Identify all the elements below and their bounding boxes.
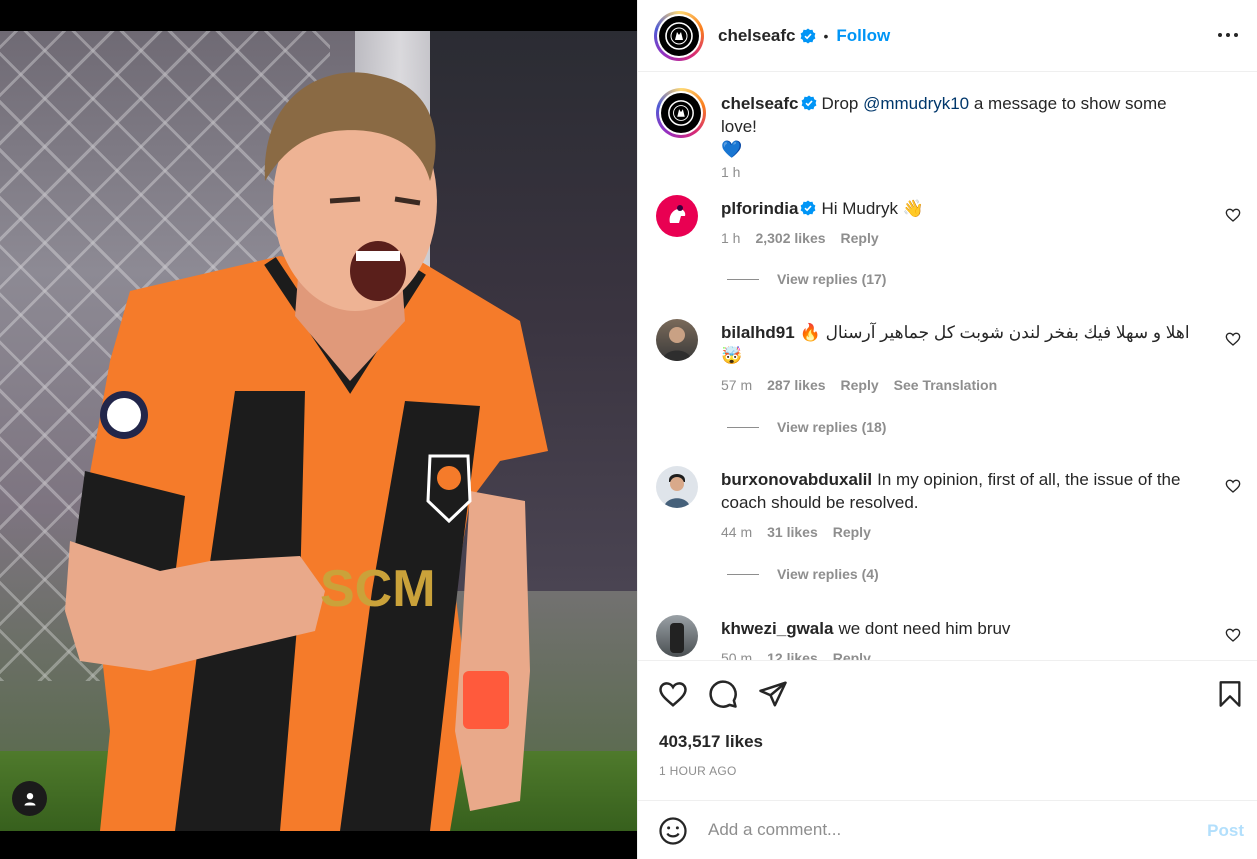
user-tag-icon	[24, 792, 35, 805]
tagged-users-button[interactable]	[12, 781, 47, 816]
comment-body: اهلا و سهلا فيك بفخر لندن شوبت كل جماهير…	[799, 323, 1190, 342]
post-actions: 403,517 likes 1 HOUR AGO	[638, 660, 1257, 800]
follow-button[interactable]: Follow	[836, 26, 890, 46]
reply-button[interactable]: Reply	[841, 377, 879, 393]
chelsea-crest-icon	[661, 93, 701, 133]
commenter-username[interactable]: plforindia	[721, 199, 798, 218]
person-photo-icon	[664, 474, 690, 508]
bookmark-icon[interactable]	[1216, 679, 1244, 709]
comment-meta: 44 m 31 likes Reply	[721, 524, 871, 540]
post-timestamp: 1 HOUR AGO	[659, 764, 737, 778]
separator-dot: •	[823, 27, 829, 44]
comment-likes[interactable]: 287 likes	[767, 377, 825, 393]
verified-badge-icon	[801, 95, 816, 111]
caption-meta: 1 h	[721, 164, 740, 180]
author-avatar[interactable]	[654, 10, 704, 61]
reply-button[interactable]: Reply	[833, 524, 871, 540]
see-translation-button[interactable]: See Translation	[894, 377, 997, 393]
comment-meta: 50 m 12 likes Reply	[721, 650, 871, 660]
heart-icon[interactable]	[1225, 207, 1241, 223]
player-celebrating-image: SCM	[65, 72, 548, 831]
comment-likes[interactable]: 31 likes	[767, 524, 818, 540]
view-replies-button[interactable]: View replies (17)	[727, 271, 886, 287]
replies-divider-line	[727, 426, 759, 428]
comment-meta: 1 h 2,302 likes Reply	[721, 230, 879, 246]
replies-divider-line	[727, 278, 759, 280]
caption-time: 1 h	[721, 164, 741, 180]
view-replies-label: View replies (18)	[777, 419, 887, 435]
commenter-avatar[interactable]	[656, 466, 698, 508]
post-header: chelseafc • Follow	[638, 0, 1257, 72]
verified-badge-icon	[801, 200, 816, 216]
comment-composer: Post	[638, 800, 1257, 859]
comment-body: Hi Mudryk 👋	[821, 199, 924, 218]
comment-time: 50 m	[721, 650, 753, 660]
comment-likes[interactable]: 2,302 likes	[755, 230, 825, 246]
comment-text: khwezi_gwala we dont need him bruv	[721, 617, 1201, 640]
comment-time: 57 m	[721, 377, 753, 393]
comment-body-line2: 🤯	[721, 346, 743, 365]
commenter-avatar[interactable]	[656, 615, 698, 657]
commenter-username[interactable]: khwezi_gwala	[721, 619, 833, 638]
person-photo-icon	[670, 623, 684, 653]
heart-icon[interactable]	[1225, 478, 1241, 494]
chelsea-crest-icon	[659, 15, 699, 56]
heart-icon[interactable]	[658, 679, 688, 709]
comments-list[interactable]: chelseafc Drop @mmudryk10 a message to sh…	[638, 72, 1257, 660]
caption-body-before: Drop	[821, 94, 864, 113]
caption-mention-link[interactable]: @mmudryk10	[863, 94, 969, 113]
comment-text: burxonovabduxalil In my opinion, first of…	[721, 468, 1201, 514]
post-comment-button[interactable]: Post	[1207, 821, 1244, 841]
heart-icon[interactable]	[1225, 331, 1241, 347]
comment-bubble-icon[interactable]	[708, 679, 738, 709]
caption-avatar[interactable]	[656, 88, 706, 138]
caption-username[interactable]: chelseafc	[721, 94, 799, 113]
commenter-username[interactable]: bilalhd91	[721, 323, 795, 342]
caption-text: chelseafc Drop @mmudryk10 a message to sh…	[721, 92, 1201, 161]
comment-time: 1 h	[721, 230, 741, 246]
likes-count[interactable]: 403,517 likes	[659, 732, 763, 752]
reply-button[interactable]: Reply	[833, 650, 871, 660]
smiley-icon[interactable]	[658, 816, 688, 846]
replies-divider-line	[727, 573, 759, 575]
svg-text:SCM: SCM	[320, 560, 436, 618]
comment-time: 44 m	[721, 524, 753, 540]
person-photo-icon	[662, 327, 692, 361]
comment-body: we dont need him bruv	[838, 619, 1011, 638]
view-replies-label: View replies (17)	[777, 271, 887, 287]
comment-input[interactable]	[708, 815, 1168, 845]
heart-icon[interactable]	[1225, 627, 1241, 643]
paper-plane-icon[interactable]	[758, 679, 788, 709]
post-media: SCM	[0, 0, 637, 859]
view-replies-button[interactable]: View replies (4)	[727, 566, 879, 582]
more-horizontal-icon[interactable]	[1217, 24, 1239, 46]
comment-likes[interactable]: 12 likes	[767, 650, 818, 660]
comment-text: plforindia Hi Mudryk 👋	[721, 197, 1201, 220]
blue-heart-emoji: 💙	[721, 140, 743, 159]
commenter-username[interactable]: burxonovabduxalil	[721, 470, 872, 489]
view-replies-button[interactable]: View replies (18)	[727, 419, 886, 435]
commenter-avatar[interactable]	[656, 195, 698, 237]
author-username[interactable]: chelseafc	[718, 26, 796, 46]
comment-text: bilalhd91 اهلا و سهلا فيك بفخر لندن شوبت …	[721, 321, 1201, 367]
comment-meta: 57 m 287 likes Reply See Translation	[721, 377, 997, 393]
premier-league-lion-icon	[669, 205, 686, 223]
reply-button[interactable]: Reply	[841, 230, 879, 246]
verified-badge-icon	[800, 28, 815, 43]
commenter-avatar[interactable]	[656, 319, 698, 361]
post-side-panel: chelseafc • Follow chelseafc Drop @mmudr…	[637, 0, 1257, 859]
view-replies-label: View replies (4)	[777, 566, 879, 582]
